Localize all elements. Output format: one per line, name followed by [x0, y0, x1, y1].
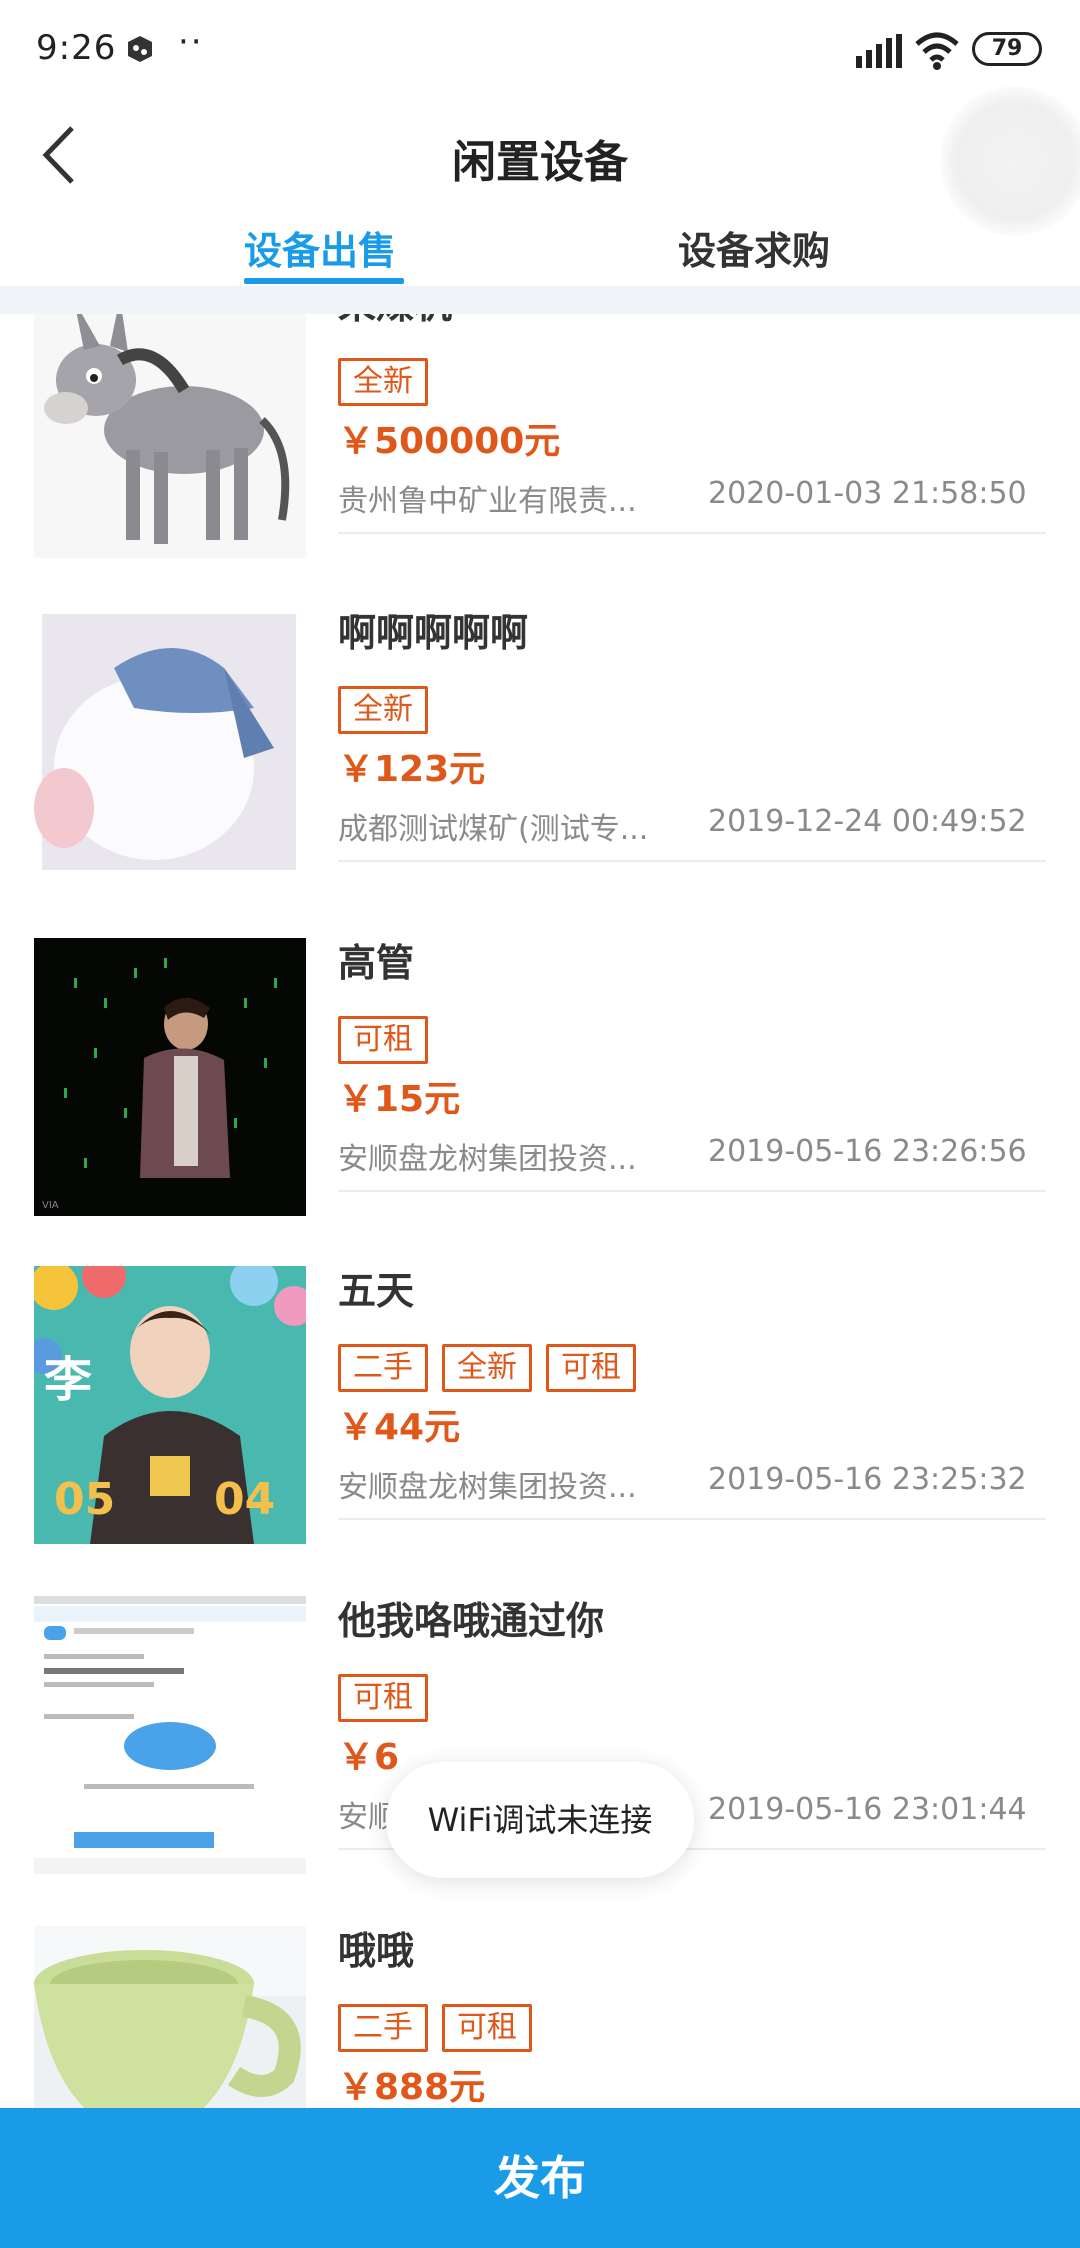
- donkey-image: [34, 314, 306, 558]
- item-company: 安顺盘龙树集团投资...: [338, 1142, 637, 1177]
- status-time: 9:26: [36, 28, 117, 68]
- item-thumbnail: [34, 314, 306, 558]
- svg-text:05: 05: [54, 1474, 115, 1525]
- item-date: 2020-01-03 21:58:50: [708, 476, 1027, 511]
- item-tag: 可租: [338, 1674, 428, 1722]
- item-name: 采煤机: [338, 314, 452, 329]
- list-item[interactable]: 啊啊啊啊啊 全新 ￥123元 成都测试煤矿(测试专... 2019-12-24 …: [0, 608, 1080, 936]
- item-tags: 全新: [338, 358, 428, 406]
- battery-indicator: 79: [972, 32, 1042, 66]
- birthday-poster-image: 李 05 04: [34, 1266, 306, 1544]
- singer-image: VIA: [34, 938, 306, 1216]
- item-thumbnail: [34, 608, 306, 886]
- tab-bar: 设备出售 设备求购: [0, 210, 1080, 290]
- item-tags: 可租: [338, 1016, 428, 1064]
- item-thumbnail: 李 05 04: [34, 1266, 306, 1544]
- list-item[interactable]: 采煤机 全新 ￥500000元 贵州鲁中矿业有限责... 2020-01-03 …: [0, 314, 1080, 608]
- item-thumbnail: VIA: [34, 938, 306, 1216]
- item-date: 2019-12-24 00:49:52: [708, 804, 1027, 839]
- wifi-icon: [915, 32, 959, 70]
- section-divider: [0, 286, 1080, 314]
- item-tag: 二手: [338, 1344, 428, 1392]
- tab-equipment-sale[interactable]: 设备出售: [244, 220, 396, 275]
- item-tags: 二手 可租: [338, 2004, 532, 2052]
- item-tag: 全新: [442, 1344, 532, 1392]
- signal-icon: [856, 34, 902, 68]
- item-date: 2019-05-16 23:01:44: [708, 1792, 1027, 1827]
- page-title: 闲置设备: [452, 137, 628, 188]
- item-thumbnail: [34, 1596, 306, 1874]
- item-price: ￥888元: [338, 2067, 486, 2108]
- item-tags: 全新: [338, 686, 428, 734]
- item-divider: [338, 860, 1046, 862]
- item-tag: 可租: [546, 1344, 636, 1392]
- item-company: 贵州鲁中矿业有限责...: [338, 484, 637, 519]
- item-name: 他我咯哦通过你: [338, 1599, 605, 1643]
- status-more-dots: ··: [178, 22, 204, 62]
- item-tag: 全新: [338, 358, 428, 406]
- item-tag: 可租: [338, 1016, 428, 1064]
- item-tag: 可租: [442, 2004, 532, 2052]
- list-item[interactable]: 哦哦 二手 可租 ￥888元: [0, 1926, 1080, 2108]
- svg-text:04: 04: [214, 1474, 275, 1525]
- svg-text:李: 李: [44, 1352, 92, 1408]
- item-date: 2019-05-16 23:26:56: [708, 1134, 1027, 1169]
- active-tab-indicator: [244, 278, 404, 284]
- item-price: ￥123元: [338, 749, 486, 790]
- item-divider: [338, 532, 1046, 534]
- app-header: 闲置设备: [0, 86, 1080, 236]
- item-price: ￥6: [338, 1737, 400, 1778]
- item-price: ￥500000元: [338, 421, 561, 462]
- app-screenshot-image: [34, 1596, 306, 1874]
- app-notification-icon: [128, 36, 152, 62]
- item-tag: 全新: [338, 686, 428, 734]
- status-bar: 9:26 ·· 79: [0, 0, 1080, 100]
- item-divider: [338, 1518, 1046, 1520]
- item-name: 五天: [338, 1269, 415, 1313]
- list-item[interactable]: VIA 高管 可租 ￥15元 安顺盘龙树集团投资... 2019-05-16 2…: [0, 938, 1080, 1266]
- svg-text:VIA: VIA: [42, 1200, 59, 1211]
- item-date: 2019-05-16 23:25:32: [708, 1462, 1027, 1497]
- item-divider: [338, 1190, 1046, 1192]
- item-name: 高管: [338, 941, 415, 985]
- toast-message: WiFi调试未连接: [386, 1762, 694, 1878]
- item-price: ￥44元: [338, 1407, 461, 1448]
- item-tag: 二手: [338, 2004, 428, 2052]
- item-company: 成都测试煤矿(测试专...: [338, 812, 649, 847]
- white-cat-image: [34, 608, 306, 886]
- item-name: 哦哦: [338, 1929, 415, 1973]
- list-item[interactable]: 李 05 04 五天 二手 全新 可租 ￥44元 安顺盘龙树集团投资... 20…: [0, 1266, 1080, 1594]
- tab-equipment-purchase[interactable]: 设备求购: [678, 220, 830, 275]
- item-company: 安顺盘龙树集团投资...: [338, 1470, 637, 1505]
- item-price: ￥15元: [338, 1079, 461, 1120]
- green-cup-image: [34, 1926, 306, 2108]
- item-tags: 可租: [338, 1674, 428, 1722]
- item-name: 啊啊啊啊啊: [338, 611, 529, 655]
- publish-button[interactable]: 发布: [0, 2108, 1080, 2248]
- item-thumbnail: [34, 1926, 306, 2108]
- item-tags: 二手 全新 可租: [338, 1344, 636, 1392]
